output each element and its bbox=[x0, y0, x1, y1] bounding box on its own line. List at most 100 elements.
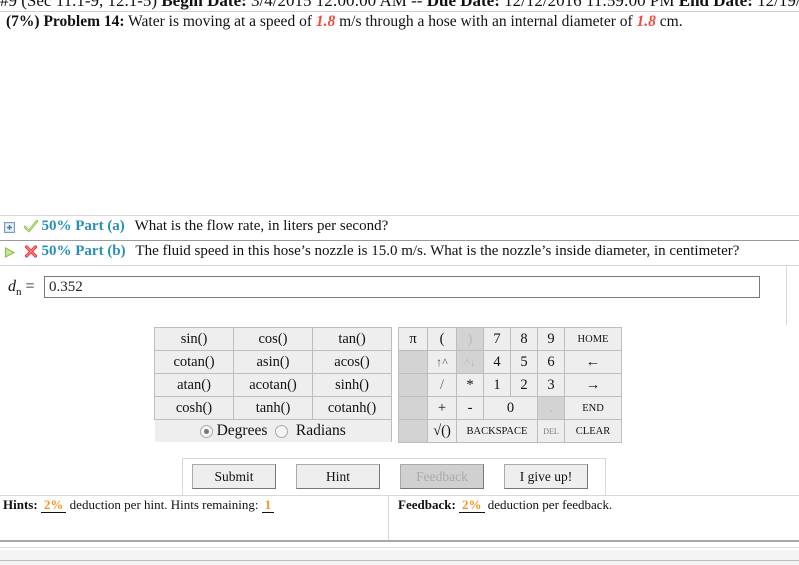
divide-button[interactable]: / bbox=[427, 373, 457, 397]
feedback-info: Feedback: 2% deduction per feedback. bbox=[398, 497, 612, 513]
hints-label: Hints: bbox=[3, 497, 38, 512]
digit-7-button[interactable]: 7 bbox=[483, 327, 511, 351]
expand-plus-icon[interactable] bbox=[4, 221, 15, 234]
feedback-button[interactable]: Feedback bbox=[400, 464, 484, 489]
del-button[interactable]: DEL bbox=[537, 419, 565, 443]
cotan-button[interactable]: cotan() bbox=[154, 350, 234, 374]
digit-2-button[interactable]: 2 bbox=[510, 373, 538, 397]
tan-button[interactable]: tan() bbox=[312, 327, 392, 351]
atan-button[interactable]: atan() bbox=[154, 373, 234, 397]
due-date-label: Due Date: bbox=[426, 0, 500, 10]
cosh-button[interactable]: cosh() bbox=[154, 396, 234, 420]
divider bbox=[0, 265, 799, 266]
blank-key bbox=[398, 350, 428, 374]
problem-number: (7%) Problem 14: bbox=[6, 13, 125, 30]
minus-button[interactable]: - bbox=[456, 396, 484, 420]
digit-5-button[interactable]: 5 bbox=[510, 350, 538, 374]
part-b-label: Part (b) bbox=[75, 243, 126, 259]
due-date-value: 12/12/2016 11:59:00 PM bbox=[504, 0, 675, 10]
variable-symbol: d bbox=[8, 278, 16, 295]
feedback-deduction-percent: 2% bbox=[459, 497, 485, 513]
speed-value: 1.8 bbox=[315, 13, 336, 30]
divider bbox=[0, 560, 799, 561]
problem-text: m/s through a hose with an internal diam… bbox=[339, 13, 633, 30]
divider bbox=[0, 540, 799, 542]
digit-0-button[interactable]: 0 bbox=[483, 396, 538, 420]
part-a-percent: 50% bbox=[41, 218, 72, 234]
dot-button[interactable]: . bbox=[537, 396, 565, 420]
digit-9-button[interactable]: 9 bbox=[537, 327, 565, 351]
part-b-percent: 50% bbox=[41, 243, 72, 259]
blank-key bbox=[398, 373, 428, 397]
hints-remaining-count: 1 bbox=[261, 497, 275, 513]
sinh-button[interactable]: sinh() bbox=[312, 373, 392, 397]
close-paren-button[interactable]: ) bbox=[456, 327, 484, 351]
divider bbox=[0, 215, 799, 216]
variable-subscript: n bbox=[16, 286, 22, 299]
backspace-button[interactable]: BACKSPACE bbox=[456, 419, 538, 443]
hints-text: deduction per hint. Hints remaining: bbox=[69, 497, 259, 512]
digit-6-button[interactable]: 6 bbox=[537, 350, 565, 374]
problem-text: cm. bbox=[659, 13, 683, 30]
divider bbox=[0, 240, 799, 241]
digit-3-button[interactable]: 3 bbox=[537, 373, 565, 397]
part-a-row[interactable]: 50% Part (a) What is the flow rate, in l… bbox=[0, 218, 799, 242]
divider bbox=[0, 495, 799, 496]
end-button[interactable]: END bbox=[564, 396, 622, 420]
play-arrow-icon[interactable] bbox=[4, 246, 16, 259]
submit-button[interactable]: Submit bbox=[192, 464, 276, 489]
left-arrow-button[interactable]: ← bbox=[564, 350, 622, 374]
sin-button[interactable]: sin() bbox=[154, 327, 234, 351]
radians-radio[interactable] bbox=[275, 424, 289, 438]
part-b-row[interactable]: 50% Part (b) The fluid speed in this hos… bbox=[0, 243, 799, 267]
caret-down-button[interactable]: ^↓ bbox=[456, 350, 484, 374]
equals-sign: = bbox=[25, 278, 35, 295]
acos-button[interactable]: acos() bbox=[312, 350, 392, 374]
header-separator: -- bbox=[411, 0, 423, 10]
acotan-button[interactable]: acotan() bbox=[233, 373, 313, 397]
blank-key bbox=[398, 396, 428, 420]
begin-date-value: 3/4/2015 12:00:00 AM bbox=[251, 0, 407, 10]
part-b-question: The fluid speed in this hose’s nozzle is… bbox=[135, 243, 740, 259]
part-a-label: Part (a) bbox=[75, 218, 125, 234]
open-paren-button[interactable]: ( bbox=[427, 327, 457, 351]
checkmark-icon bbox=[23, 219, 39, 233]
digit-1-button[interactable]: 1 bbox=[483, 373, 511, 397]
home-button[interactable]: HOME bbox=[564, 327, 622, 351]
feedback-text: deduction per feedback. bbox=[487, 497, 613, 512]
angle-mode-group: Degrees Radians bbox=[154, 419, 392, 442]
divider bbox=[388, 495, 389, 540]
end-date-value: 12/19/2016 bbox=[757, 0, 799, 10]
part-a-question: What is the flow rate, in liters per sec… bbox=[134, 218, 389, 234]
x-mark-icon bbox=[24, 245, 38, 258]
clear-button[interactable]: CLEAR bbox=[564, 419, 622, 443]
plus-button[interactable]: + bbox=[427, 396, 457, 420]
begin-date-label: Begin Date: bbox=[161, 0, 247, 10]
digit-4-button[interactable]: 4 bbox=[483, 350, 511, 374]
header-divider bbox=[0, 11, 799, 12]
sqrt-button[interactable]: √() bbox=[427, 419, 457, 443]
divider bbox=[786, 265, 787, 325]
problem-text: Water is moving at a speed of bbox=[128, 13, 312, 30]
bottom-bar bbox=[0, 550, 799, 565]
cotanh-button[interactable]: cotanh() bbox=[312, 396, 392, 420]
numeric-keypad: π ( ) 7 8 9 HOME ↑^ ^↓ 4 5 6 ← / * 1 2 3… bbox=[398, 327, 622, 443]
assignment-header: #9 (Sec 11.1-9, 12.1-5) Begin Date: 3/4/… bbox=[0, 0, 799, 11]
up-caret-button[interactable]: ↑^ bbox=[427, 350, 457, 374]
hints-info: Hints: 2% deduction per hint. Hints rema… bbox=[3, 497, 275, 513]
feedback-label: Feedback: bbox=[398, 497, 456, 512]
give-up-button[interactable]: I give up! bbox=[504, 464, 588, 489]
cos-button[interactable]: cos() bbox=[233, 327, 313, 351]
degrees-radio[interactable] bbox=[199, 424, 213, 438]
pi-button[interactable]: π bbox=[398, 327, 428, 351]
tanh-button[interactable]: tanh() bbox=[233, 396, 313, 420]
multiply-button[interactable]: * bbox=[456, 373, 484, 397]
assignment-name: #9 (Sec 11.1-9, 12.1-5) bbox=[0, 0, 158, 10]
asin-button[interactable]: asin() bbox=[233, 350, 313, 374]
answer-variable-label: dn = bbox=[8, 278, 35, 298]
digit-8-button[interactable]: 8 bbox=[510, 327, 538, 351]
right-arrow-button[interactable]: → bbox=[564, 373, 622, 397]
answer-input[interactable] bbox=[44, 276, 760, 298]
hint-button[interactable]: Hint bbox=[296, 464, 380, 489]
degrees-label: Degrees bbox=[216, 422, 268, 439]
